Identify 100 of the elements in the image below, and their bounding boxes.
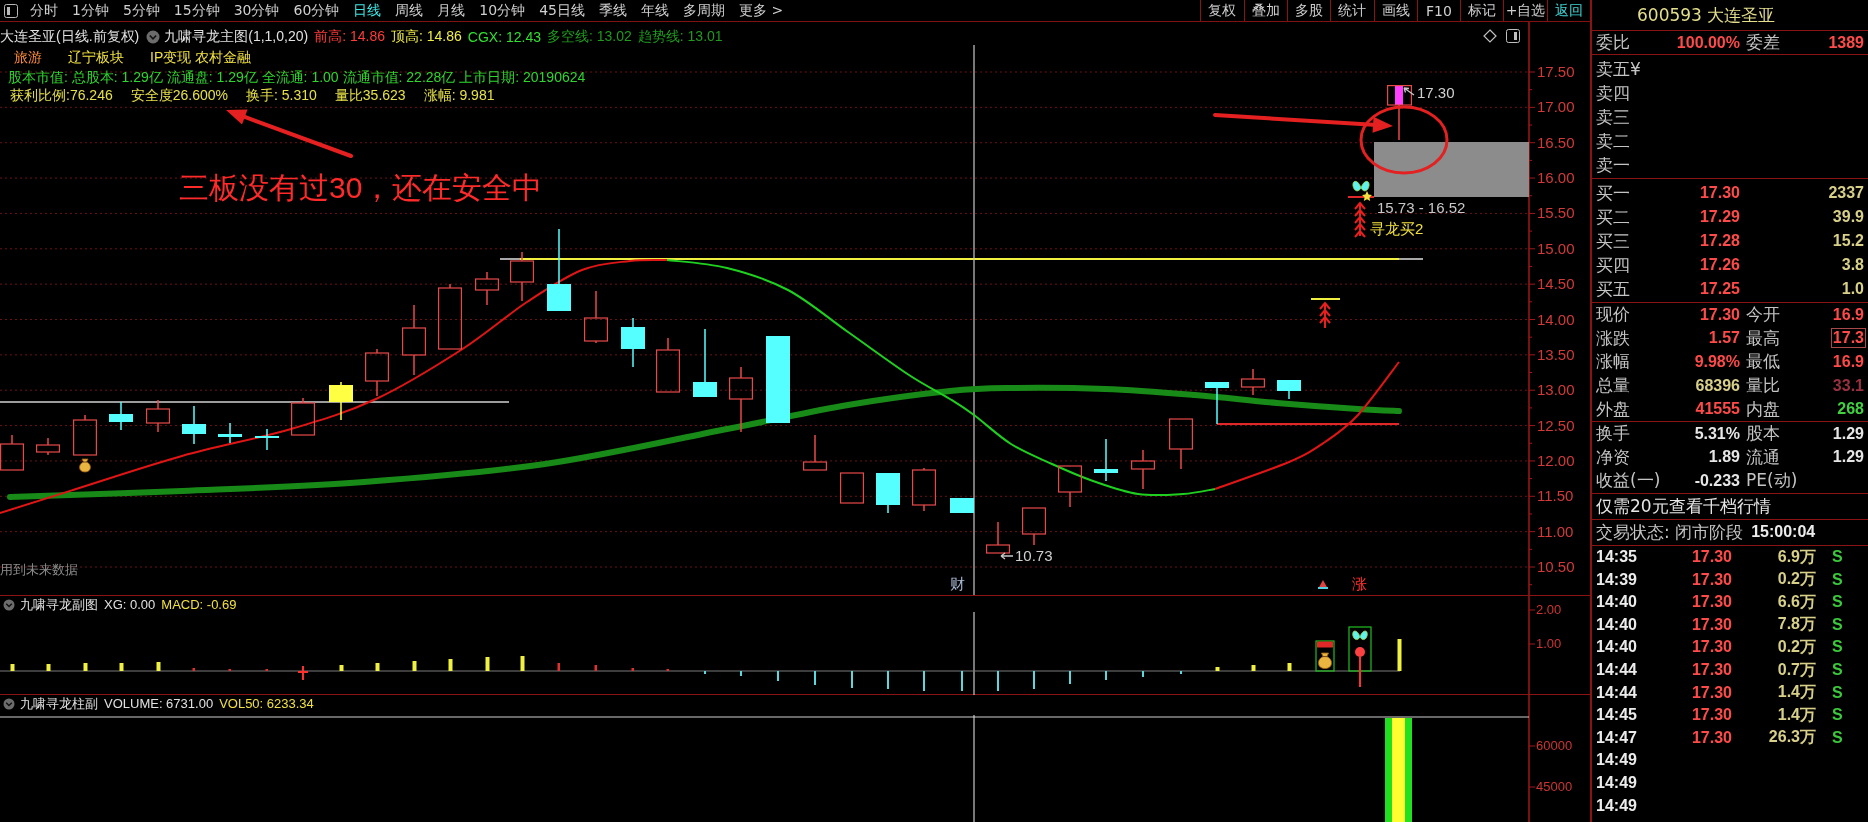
- field-label: 外盘: [1596, 397, 1631, 421]
- sector-label: 辽宁板块: [68, 49, 124, 67]
- chevron-down-icon[interactable]: [146, 30, 161, 44]
- period-tab[interactable]: 30分钟: [226, 0, 287, 21]
- candlestick: [36, 437, 60, 456]
- status-time: 15:00:04: [1751, 523, 1816, 542]
- candlestick: [146, 399, 170, 433]
- period-tab[interactable]: 日线: [346, 0, 389, 21]
- indicator-value: 多空线: 13.02: [546, 28, 632, 46]
- field-label: 委差: [1745, 31, 1781, 54]
- trade-side: S: [1831, 548, 1844, 567]
- axis-label: 14.50: [1537, 275, 1575, 293]
- trade-time: 14:45: [1596, 706, 1638, 725]
- axis-label: 16.50: [1537, 133, 1575, 151]
- period-tab[interactable]: 10分钟: [472, 0, 533, 21]
- histogram-bar: [1215, 667, 1220, 671]
- chevron-down-icon[interactable]: [3, 598, 15, 611]
- axis-label: 12.50: [1537, 416, 1575, 434]
- axis-label: 11.50: [1537, 487, 1574, 505]
- candlestick: [1387, 85, 1412, 141]
- chevron-down-icon[interactable]: [3, 697, 15, 710]
- period-tab[interactable]: 多周期: [676, 0, 732, 21]
- field-value: 17.25: [1698, 279, 1741, 299]
- trade-price: 17.30: [1691, 661, 1732, 679]
- field-value: 15.2: [1831, 231, 1865, 251]
- candlestick: [803, 434, 827, 471]
- toolbar-button[interactable]: +自选: [1503, 0, 1547, 21]
- period-tab[interactable]: 更多 >: [732, 0, 791, 21]
- sidebar-icon[interactable]: [1506, 29, 1520, 43]
- diamond-icon[interactable]: [1483, 29, 1497, 43]
- field-label: 最高: [1745, 326, 1781, 350]
- period-tab[interactable]: 月线: [430, 0, 473, 21]
- candlestick: [329, 381, 353, 421]
- notice-text: 仅需20元查看千档行情: [1596, 494, 1771, 518]
- candlestick: [1205, 382, 1229, 425]
- toolbar-button[interactable]: 标记: [1460, 0, 1504, 21]
- candlestick: [73, 414, 97, 456]
- candlestick: [1241, 368, 1265, 396]
- field-label: 买四: [1596, 253, 1631, 277]
- field-label: 换手: [1596, 422, 1631, 446]
- field-value: 17.30: [1698, 304, 1741, 325]
- field-value: 17.3: [1830, 328, 1866, 349]
- candlestick: [365, 348, 389, 397]
- field-label: 卖四: [1596, 81, 1631, 105]
- period-tab[interactable]: 1分钟: [65, 0, 116, 21]
- field-value: 17.29: [1698, 207, 1741, 227]
- indicator-value: 趋势线: 13.01: [637, 28, 723, 46]
- trade-side: S: [1831, 570, 1844, 589]
- period-tab[interactable]: 15分钟: [166, 0, 227, 21]
- candlestick: [1094, 438, 1118, 482]
- toolbar-button[interactable]: 多股: [1286, 0, 1331, 21]
- indicator-value: 顶高: 14.86: [391, 28, 462, 46]
- trade-price: 17.30: [1691, 706, 1732, 725]
- field-value: 100.00%: [1675, 32, 1741, 53]
- indicator-value: MACD: -0.69: [161, 597, 237, 612]
- butterfly-icon: [1352, 181, 1370, 192]
- field-value: 68396: [1694, 375, 1741, 396]
- panel-title: 九啸寻龙副图: [20, 595, 98, 614]
- candlestick: [656, 337, 680, 393]
- period-tab[interactable]: 45日线: [532, 0, 592, 21]
- field-value: 39.9: [1831, 207, 1865, 227]
- field-value: 5.31%: [1693, 423, 1741, 444]
- toolbar-button[interactable]: F10: [1416, 0, 1461, 21]
- axis-label: 60000: [1536, 738, 1573, 753]
- field-value: 33.1: [1831, 375, 1865, 396]
- stat-text: 量比35.623: [334, 87, 406, 105]
- field-label: 量比: [1745, 374, 1781, 398]
- axis-label: 45000: [1536, 779, 1573, 794]
- field-value: 17.26: [1698, 255, 1741, 275]
- price-label: 17.30: [1417, 84, 1455, 101]
- period-tab[interactable]: 周线: [388, 0, 431, 21]
- stat-text: 安全度26.600%: [130, 87, 228, 105]
- period-tab[interactable]: 季线: [592, 0, 634, 21]
- field-label: 委比: [1596, 31, 1631, 54]
- trade-price: 17.30: [1691, 683, 1732, 702]
- field-label: PE(动): [1745, 469, 1799, 493]
- toolbar-button[interactable]: 画线: [1373, 0, 1417, 21]
- histogram-bar: [83, 663, 88, 671]
- trade-volume: 6.9万: [1777, 546, 1816, 567]
- trade-volume: 1.4万: [1777, 682, 1816, 703]
- candlestick: [584, 290, 608, 344]
- trade-volume: 0.7万: [1777, 659, 1816, 680]
- sidebar-icon[interactable]: [4, 3, 18, 18]
- trade-side: S: [1831, 615, 1844, 634]
- period-tab[interactable]: 分时: [23, 0, 65, 21]
- trade-volume: 1.4万: [1777, 704, 1816, 725]
- trade-price: 17.30: [1691, 638, 1732, 657]
- field-label: 买五: [1596, 277, 1631, 301]
- period-tab[interactable]: 年线: [634, 0, 676, 21]
- toolbar-button[interactable]: 叠加: [1243, 0, 1287, 21]
- toolbar-button[interactable]: 复权: [1200, 0, 1244, 21]
- histogram-bar: [412, 661, 417, 671]
- trade-price: 17.30: [1691, 548, 1732, 567]
- period-tab[interactable]: 5分钟: [115, 0, 167, 21]
- period-tab[interactable]: 60分钟: [286, 0, 347, 21]
- candlestick: [291, 397, 315, 436]
- candlestick: [1131, 449, 1155, 490]
- chevron-stack-icon: [1354, 201, 1366, 238]
- toolbar-button[interactable]: 统计: [1330, 0, 1374, 21]
- trade-volume: 7.8万: [1777, 614, 1816, 635]
